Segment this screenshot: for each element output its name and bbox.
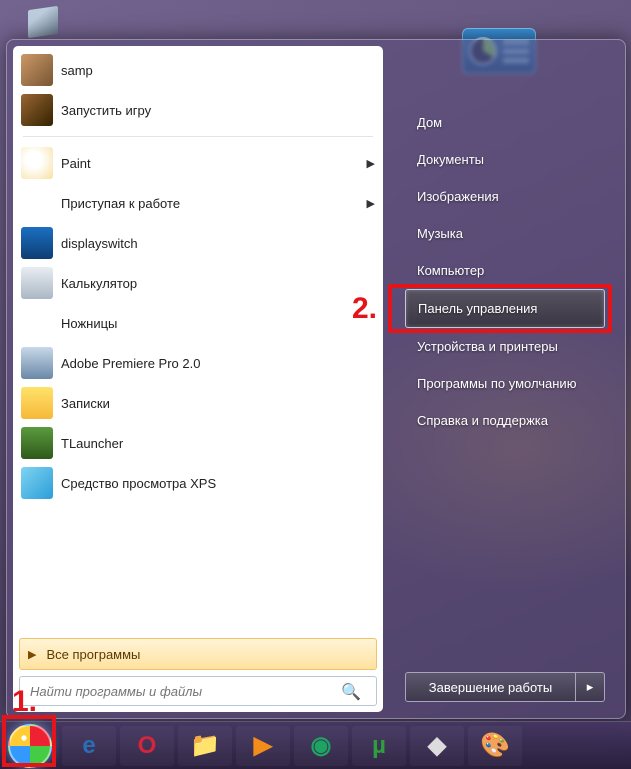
program-item[interactable]: displayswitch	[13, 223, 383, 263]
shutdown-row: Завершение работы ▸	[405, 672, 605, 702]
paint-icon[interactable]: 🎨	[468, 726, 522, 766]
recycle-bin-icon[interactable]	[28, 6, 58, 38]
program-label: Запустить игру	[61, 103, 375, 118]
right-pane-item[interactable]: Изображения	[405, 178, 605, 215]
ic-paint-icon	[21, 147, 53, 179]
annotation-1-label: 1.	[12, 685, 37, 719]
program-label: displayswitch	[61, 236, 375, 251]
all-programs-button[interactable]: ▶ Все программы	[19, 638, 377, 670]
ic-start-icon	[21, 187, 53, 219]
arrow-right-icon: ▶	[28, 648, 36, 661]
program-label: Приступая к работе	[61, 196, 367, 211]
right-pane-item[interactable]: Компьютер	[405, 252, 605, 289]
chrome-icon[interactable]: ◉	[294, 726, 348, 766]
program-label: samp	[61, 63, 375, 78]
right-pane-label: Компьютер	[417, 263, 484, 278]
all-programs-label: Все программы	[46, 647, 140, 662]
explorer-icon[interactable]: 📁	[178, 726, 232, 766]
program-item[interactable]: Калькулятор	[13, 263, 383, 303]
program-item[interactable]: Приступая к работе▶	[13, 183, 383, 223]
ic-tl-icon	[21, 427, 53, 459]
start-menu-right-pane: Дом Документы Изображения Музыка Компьютер Па…	[383, 46, 619, 712]
ic-display-icon	[21, 227, 53, 259]
right-pane-item[interactable]: Документы	[405, 141, 605, 178]
ic-samp-icon	[21, 54, 53, 86]
right-pane-label: Программы по умолчанию	[417, 376, 576, 391]
chevron-right-icon: ▸	[587, 679, 594, 695]
right-pane-item[interactable]: Музыка	[405, 215, 605, 252]
annotation-2-label: 2.	[352, 292, 377, 326]
right-pane-item[interactable]: Программы по умолчанию	[405, 365, 605, 402]
ic-snip-icon	[21, 307, 53, 339]
start-button[interactable]	[8, 724, 52, 768]
submenu-arrow-icon: ▶	[367, 197, 375, 210]
shutdown-options-button[interactable]: ▸	[576, 672, 605, 702]
right-pane-label: Изображения	[417, 189, 499, 204]
program-label: TLauncher	[61, 436, 375, 451]
search-input[interactable]	[19, 676, 377, 706]
shutdown-label: Завершение работы	[429, 680, 552, 695]
opera-icon[interactable]: O	[120, 726, 174, 766]
right-pane-item[interactable]: Дом	[405, 104, 605, 141]
program-label: Средство просмотра XPS	[61, 476, 375, 491]
ic-notes-icon	[21, 387, 53, 419]
utorrent-icon[interactable]: µ	[352, 726, 406, 766]
program-label: Paint	[61, 156, 367, 171]
program-item[interactable]: TLauncher	[13, 423, 383, 463]
ic-premiere-icon	[21, 347, 53, 379]
program-item[interactable]: Paint▶	[13, 143, 383, 183]
ic-run-icon	[21, 94, 53, 126]
program-item[interactable]: samp	[13, 50, 383, 90]
recent-list: Paint▶Приступая к работе▶displayswitchКа…	[13, 139, 383, 634]
search-container: 🔍	[13, 676, 383, 712]
start-menu: sampЗапустить игру Paint▶Приступая к раб…	[6, 39, 626, 719]
program-item[interactable]: Записки	[13, 383, 383, 423]
program-item[interactable]: Запустить игру	[13, 90, 383, 130]
right-pane-label: Устройства и принтеры	[417, 339, 558, 354]
unity-icon[interactable]: ◆	[410, 726, 464, 766]
ie-icon[interactable]: e	[62, 726, 116, 766]
submenu-arrow-icon: ▶	[367, 157, 375, 170]
right-pane-label: Панель управления	[418, 301, 537, 316]
separator	[23, 136, 373, 137]
program-item[interactable]: Средство просмотра XPS	[13, 463, 383, 503]
ic-xps-icon	[21, 467, 53, 499]
program-label: Ножницы	[61, 316, 375, 331]
taskbar: eO📁▶◉µ◆🎨	[0, 721, 631, 769]
shutdown-button[interactable]: Завершение работы	[405, 672, 576, 702]
right-pane-item[interactable]: Панель управления2.	[405, 289, 605, 328]
right-pane-item[interactable]: Справка и поддержка	[405, 402, 605, 439]
right-pane-label: Музыка	[417, 226, 463, 241]
ic-calc-icon	[21, 267, 53, 299]
right-pane-label: Справка и поддержка	[417, 413, 548, 428]
right-pane-label: Документы	[417, 152, 484, 167]
search-icon: 🔍	[341, 682, 361, 702]
program-item[interactable]: Adobe Premiere Pro 2.0	[13, 343, 383, 383]
start-menu-left-pane: sampЗапустить игру Paint▶Приступая к раб…	[13, 46, 383, 712]
wmp-icon[interactable]: ▶	[236, 726, 290, 766]
right-pane-label: Дом	[417, 115, 442, 130]
program-label: Записки	[61, 396, 375, 411]
program-item[interactable]: Ножницы	[13, 303, 383, 343]
right-pane-item[interactable]: Устройства и принтеры	[405, 328, 605, 365]
program-label: Adobe Premiere Pro 2.0	[61, 356, 375, 371]
program-label: Калькулятор	[61, 276, 375, 291]
pinned-list: samp Запустить игру	[13, 46, 383, 134]
